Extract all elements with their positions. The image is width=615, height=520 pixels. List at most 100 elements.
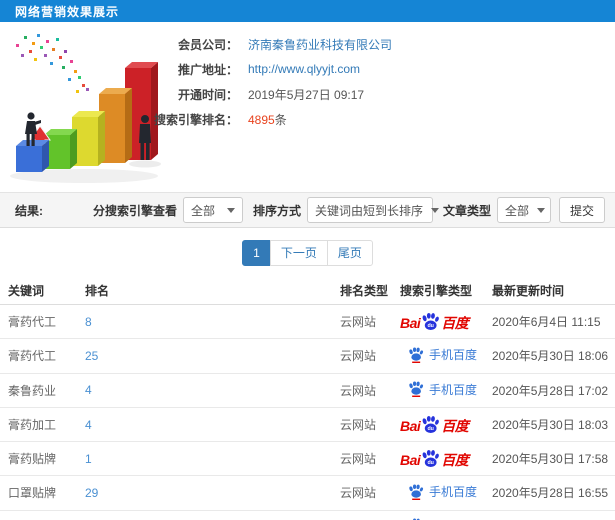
sort-label: 排序方式 <box>252 203 301 218</box>
table-row: 膏药贴牌 1 云网站 Bai du 百度 2020年5月30日 17:58 <box>0 441 615 476</box>
cell-updated: 2020年5月28日 17:02 <box>492 373 615 408</box>
pagination-section: 1 下一页 尾页 <box>0 228 615 276</box>
cell-keyword: 口罩贴牌 <box>0 475 85 511</box>
header-updated: 最新更新时间 <box>492 276 615 305</box>
baidu-mobile-logo: 手机百度 <box>408 381 477 398</box>
cell-rank-type: 云网站 <box>340 304 400 339</box>
company-label: 会员公司： <box>177 37 238 52</box>
article-type-select[interactable]: 全部 <box>496 197 551 223</box>
info-row-opened: 开通时间： 2019年5月27日 09:17 <box>150 87 392 102</box>
growth-chart-illustration <box>10 34 161 183</box>
baidu-pc-logo: Bai du 百度 <box>400 415 469 434</box>
engine-filter-select[interactable]: 全部 <box>182 197 243 223</box>
cell-rank-type: 云网站 <box>340 475 400 511</box>
baidu-pc-logo: Bai du 百度 <box>400 312 469 331</box>
promotion-url-link[interactable]: http://www.qlyyjt.com <box>248 62 360 76</box>
filter-bar: 结果: 分搜索引擎查看 全部 排序方式 关键词由短到长排序 文章类型 全部 提交 <box>0 192 615 228</box>
header-keyword: 关键词 <box>0 276 85 305</box>
cell-engine: 手机百度 <box>400 373 492 408</box>
page-button-1[interactable]: 1 <box>242 240 271 266</box>
baidu-mobile-paw-icon <box>409 381 424 397</box>
table-header-row: 关键词 排名 排名类型 搜索引擎类型 最新更新时间 <box>0 276 615 305</box>
rank-unit: 条 <box>274 112 287 127</box>
info-row-company: 会员公司： 济南秦鲁药业科技有限公司 <box>150 36 392 53</box>
header-rank: 排名 <box>85 276 340 305</box>
svg-text:du: du <box>428 460 435 466</box>
account-header: 会员公司： 济南秦鲁药业科技有限公司 推广地址： http://www.qlyy… <box>0 22 615 192</box>
cell-rank-type: 云网站 <box>340 373 400 408</box>
results-table: 关键词 排名 排名类型 搜索引擎类型 最新更新时间 膏药代工 8 云网站 Bai… <box>0 276 615 520</box>
cell-rank-type: 云网站 <box>340 338 400 374</box>
submit-button[interactable]: 提交 <box>558 197 605 223</box>
cell-keyword: 秦鲁药业 <box>0 373 85 408</box>
cell-engine: 手机百度 <box>400 510 492 520</box>
baidu-paw-icon: du <box>422 415 440 434</box>
cell-engine: Bai du 百度 <box>400 441 492 476</box>
account-info: 会员公司： 济南秦鲁药业科技有限公司 推广地址： http://www.qlyy… <box>150 38 392 138</box>
rank-label: 搜索引擎排名： <box>153 112 238 127</box>
opened-label: 开通时间： <box>177 87 238 102</box>
rank-count: 4895 <box>248 112 275 127</box>
baidu-mobile-logo: 手机百度 <box>408 483 477 500</box>
cell-engine: Bai du 百度 <box>400 304 492 339</box>
opened-value: 2019年5月27日 09:17 <box>248 87 365 102</box>
cell-rank[interactable]: 1 <box>85 452 92 466</box>
cell-rank[interactable]: 4 <box>85 383 92 397</box>
engine-filter-selected: 全部 <box>190 203 215 218</box>
cell-updated: 2020年6月4日 11:15 <box>492 304 615 339</box>
baidu-logo-text-cn: 百度 <box>441 418 469 434</box>
baidu-mobile-logo: 手机百度 <box>408 346 477 363</box>
rank-value: 4895条 <box>248 111 287 128</box>
cell-updated: 2020年6月20日 09:25 <box>492 510 615 520</box>
cell-keyword: 金华防护服 <box>0 510 85 520</box>
table-row: 秦鲁药业 4 云网站 手机百度 2020年5月28日 17:02 <box>0 373 615 408</box>
cell-rank-type: 云网站 <box>340 441 400 476</box>
cell-updated: 2020年5月30日 18:06 <box>492 338 615 374</box>
cell-rank[interactable]: 25 <box>85 349 98 363</box>
svg-text:du: du <box>428 426 435 432</box>
table-row: 膏药加工 4 云网站 Bai du 百度 2020年5月30日 18:03 <box>0 407 615 442</box>
sort-selected: 关键词由短到长排序 <box>314 203 423 218</box>
cell-rank[interactable]: 4 <box>85 418 92 432</box>
results-label: 结果: <box>15 203 43 218</box>
baidu-logo-text-cn: 百度 <box>441 315 469 331</box>
cell-rank[interactable]: 8 <box>85 315 92 329</box>
next-page-button[interactable]: 下一页 <box>269 240 328 266</box>
article-type-label: 文章类型 <box>442 203 491 218</box>
page-title: 网络营销效果展示 <box>15 4 120 19</box>
baidu-mobile-label: 手机百度 <box>429 485 478 499</box>
cell-keyword: 膏药代工 <box>0 304 85 339</box>
chevron-down-icon <box>226 207 235 213</box>
baidu-logo-text-bai: Bai <box>400 452 421 468</box>
baidu-paw-icon: du <box>422 449 440 468</box>
baidu-logo-text-bai: Bai <box>400 418 421 434</box>
baidu-paw-icon: du <box>422 312 440 331</box>
svg-text:du: du <box>428 323 435 329</box>
header-engine-type: 搜索引擎类型 <box>400 276 492 305</box>
baidu-mobile-label: 手机百度 <box>429 382 478 397</box>
baidu-mobile-paw-icon <box>409 483 424 500</box>
last-page-button[interactable]: 尾页 <box>326 240 373 266</box>
confetti-dots <box>16 34 89 93</box>
cell-updated: 2020年5月30日 17:58 <box>492 441 615 476</box>
table-row: 膏药代工 8 云网站 Bai du 百度 2020年6月4日 11:15 <box>0 304 615 339</box>
chevron-down-icon <box>430 207 439 213</box>
engine-filter-label: 分搜索引擎查看 <box>92 203 177 218</box>
info-row-url: 推广地址： http://www.qlyyjt.com <box>150 62 392 77</box>
cell-updated: 2020年5月30日 18:03 <box>492 407 615 442</box>
cell-engine: 手机百度 <box>400 475 492 511</box>
article-type-selected: 全部 <box>504 203 529 218</box>
table-row: 膏药代工 25 云网站 手机百度 2020年5月30日 18:06 <box>0 338 615 374</box>
company-name-link[interactable]: 济南秦鲁药业科技有限公司 <box>248 36 392 53</box>
pagination: 1 下一页 尾页 <box>242 240 373 266</box>
sort-select[interactable]: 关键词由短到长排序 <box>306 197 439 223</box>
url-label: 推广地址： <box>177 62 238 77</box>
table-body: 膏药代工 8 云网站 Bai du 百度 2020年6月4日 11:15 膏药代… <box>0 304 615 520</box>
cell-rank-type: 云网站 <box>340 407 400 442</box>
cell-keyword: 膏药贴牌 <box>0 441 85 476</box>
cell-engine: 手机百度 <box>400 338 492 374</box>
cell-rank[interactable]: 29 <box>85 486 98 500</box>
cell-updated: 2020年5月28日 16:55 <box>492 475 615 511</box>
baidu-logo-text-cn: 百度 <box>441 452 469 468</box>
baidu-logo-text-bai: Bai <box>400 315 421 331</box>
